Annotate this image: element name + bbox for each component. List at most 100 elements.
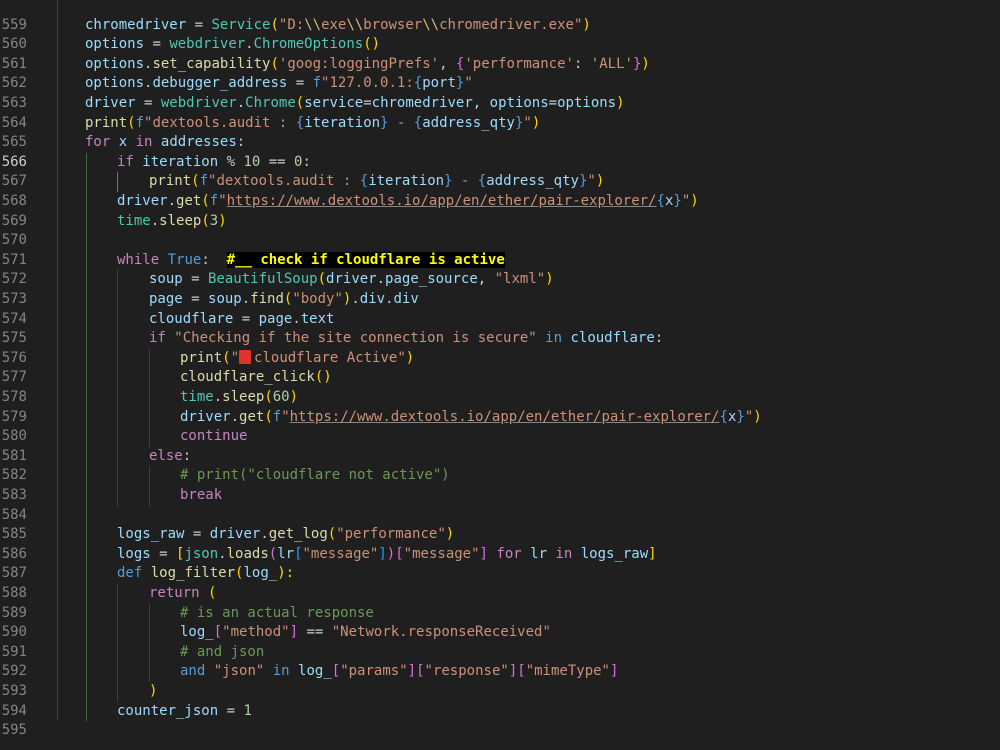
indent-guide xyxy=(117,623,118,643)
indent-guide xyxy=(86,348,87,369)
code-text[interactable]: time.sleep(60) xyxy=(180,388,298,408)
code-text[interactable]: and "json" in log_["params"]["response"]… xyxy=(180,662,618,682)
code-line[interactable]: 588 def log_filter(log_): xyxy=(0,564,1000,601)
code-line[interactable]: 590 # is an actual response xyxy=(0,603,1000,640)
code-line[interactable]: 576 if "Checking if the site connection … xyxy=(0,329,1000,366)
code-text[interactable]: if iteration % 10 == 0: xyxy=(117,153,311,173)
code-line[interactable]: 564 driver = webdriver.Chrome(service=ch… xyxy=(0,94,1000,131)
code-text[interactable]: if "Checking if the site connection is s… xyxy=(149,329,663,349)
code-text[interactable]: def log_filter(log_): xyxy=(117,564,294,584)
indent-guide xyxy=(149,466,150,486)
code-line[interactable]: 572 while True: #__ check if cloudflare … xyxy=(0,250,1000,287)
code-text[interactable]: # is an actual response xyxy=(180,604,374,624)
indent-guide xyxy=(117,309,118,330)
code-text[interactable]: options.set_capability('goog:loggingPref… xyxy=(85,55,650,75)
indent-guide xyxy=(117,348,118,369)
indent-guide xyxy=(86,486,87,506)
code-text[interactable]: print(f"dextools.audit : {iteration} - {… xyxy=(149,172,604,192)
indent-guide xyxy=(117,682,118,702)
code-line[interactable]: 592 # and json xyxy=(0,642,1000,679)
code-line-active[interactable]: 566 for x in addresses: xyxy=(0,133,1000,170)
code-line[interactable]: 583 # print("cloudflare not active") xyxy=(0,466,1000,503)
indent-guide xyxy=(149,368,150,388)
code-text[interactable]: log_["method"] == "Network.responseRecei… xyxy=(180,623,551,643)
code-text[interactable]: soup = BeautifulSoup(driver.page_source,… xyxy=(149,270,554,290)
code-line[interactable]: 579 time.sleep(60) xyxy=(0,388,1000,425)
code-line[interactable]: 593 and "json" in log_["params"]["respon… xyxy=(0,662,1000,699)
code-line[interactable]: 577 print(" cloudflare Active") xyxy=(0,348,1000,385)
code-line[interactable]: 594 ) xyxy=(0,682,1000,719)
code-line[interactable]: 578 cloudflare_click() xyxy=(0,368,1000,405)
indent-guide xyxy=(149,603,150,624)
code-line[interactable]: 586 logs_raw = driver.get_log("performan… xyxy=(0,525,1000,562)
code-text[interactable]: driver = webdriver.Chrome(service=chrome… xyxy=(85,94,625,114)
indent-guide xyxy=(86,544,87,565)
code-line[interactable]: 570 time.sleep(3) xyxy=(0,211,1000,248)
code-text[interactable]: options.debugger_address = f"127.0.0.1:{… xyxy=(85,74,473,94)
indent-guide xyxy=(149,407,150,428)
indent-guide xyxy=(86,192,87,212)
code-text[interactable]: # print("cloudflare not active") xyxy=(180,466,450,486)
code-line[interactable]: 581 continue xyxy=(0,427,1000,464)
code-line[interactable]: 573 soup = BeautifulSoup(driver.page_sou… xyxy=(0,270,1000,307)
indent-guide xyxy=(117,172,118,192)
code-line[interactable]: 563 options.debugger_address = f"127.0.0… xyxy=(0,74,1000,111)
code-line[interactable]: 559 xyxy=(0,0,1000,33)
code-line[interactable]: 591 log_["method"] == "Network.responseR… xyxy=(0,623,1000,660)
code-text[interactable]: logs = [json.loads(lr["message"])["messa… xyxy=(117,545,657,565)
code-text[interactable]: options = webdriver.ChromeOptions() xyxy=(85,35,380,55)
code-line[interactable]: 568 print(f"dextools.audit : {iteration}… xyxy=(0,172,1000,209)
code-editor[interactable]: 559 560 chromedriver = Service("D:\\exe\… xyxy=(0,0,1000,750)
code-line[interactable]: 560 chromedriver = Service("D:\\exe\\bro… xyxy=(0,16,1000,53)
indent-guide xyxy=(86,250,87,271)
code-text[interactable]: chromedriver = Service("D:\\exe\\browser… xyxy=(85,16,591,36)
url-link[interactable]: https://www.dextools.io/app/en/ether/pai… xyxy=(290,409,720,425)
code-text[interactable]: for x in addresses: xyxy=(85,133,245,153)
code-text[interactable]: cloudflare = page.text xyxy=(149,310,334,330)
indent-guide xyxy=(86,309,87,330)
code-text[interactable]: page = soup.find("body").div.div xyxy=(149,290,419,310)
code-line[interactable]: 567 if iteration % 10 == 0: xyxy=(0,152,1000,189)
indent-guide xyxy=(86,368,87,388)
code-text[interactable]: cloudflare_click() xyxy=(180,368,332,388)
code-line[interactable]: 595 counter_json = 1 xyxy=(0,701,1000,738)
indent-guide xyxy=(86,584,87,604)
code-line[interactable]: 584 break xyxy=(0,486,1000,523)
indent-guide xyxy=(86,505,87,526)
code-line[interactable]: 587 logs = [json.loads(lr["message"])["m… xyxy=(0,544,1000,581)
code-text[interactable]: logs_raw = driver.get_log("performance") xyxy=(117,525,454,545)
code-line[interactable]: 582 else: xyxy=(0,446,1000,483)
indent-guide xyxy=(86,329,87,349)
code-text[interactable]: time.sleep(3) xyxy=(117,212,227,232)
code-text[interactable]: ) xyxy=(149,682,157,702)
indent-guide xyxy=(86,701,87,722)
indent-guide xyxy=(149,486,150,506)
code-text[interactable]: # and json xyxy=(180,643,264,663)
code-text[interactable]: counter_json = 1 xyxy=(117,702,252,722)
code-line[interactable]: 574 page = soup.find("body").div.div xyxy=(0,290,1000,327)
code-text[interactable]: else: xyxy=(149,447,191,467)
code-line[interactable]: 585 xyxy=(0,505,1000,542)
code-line[interactable]: 580 driver.get(f"https://www.dextools.io… xyxy=(0,407,1000,444)
code-line[interactable]: 575 cloudflare = page.text xyxy=(0,309,1000,346)
code-text[interactable]: while True: #__ check if cloudflare is a… xyxy=(117,251,505,271)
code-line[interactable]: 565 print(f"dextools.audit : {iteration}… xyxy=(0,114,1000,151)
code-text[interactable]: print(" cloudflare Active") xyxy=(180,349,414,369)
url-link[interactable]: https://www.dextools.io/app/en/ether/pai… xyxy=(227,193,657,209)
indent-guide xyxy=(86,466,87,486)
indent-guide xyxy=(117,466,118,486)
code-line[interactable]: 561 options = webdriver.ChromeOptions() xyxy=(0,35,1000,72)
code-text[interactable]: driver.get(f"https://www.dextools.io/app… xyxy=(180,408,762,428)
red-square-icon xyxy=(239,349,252,364)
code-text[interactable]: print(f"dextools.audit : {iteration} - {… xyxy=(85,114,540,134)
code-text[interactable]: break xyxy=(180,486,222,506)
code-line[interactable]: 589 return ( xyxy=(0,584,1000,621)
code-line[interactable]: 571 xyxy=(0,231,1000,268)
code-line[interactable]: 569 driver.get(f"https://www.dextools.io… xyxy=(0,192,1000,229)
code-text[interactable]: return ( xyxy=(149,584,216,604)
indent-guide xyxy=(86,290,87,310)
code-text[interactable]: continue xyxy=(180,427,247,447)
code-line[interactable]: 562 options.set_capability('goog:logging… xyxy=(0,55,1000,92)
code-text[interactable]: driver.get(f"https://www.dextools.io/app… xyxy=(117,192,699,212)
indent-guide xyxy=(86,152,87,173)
